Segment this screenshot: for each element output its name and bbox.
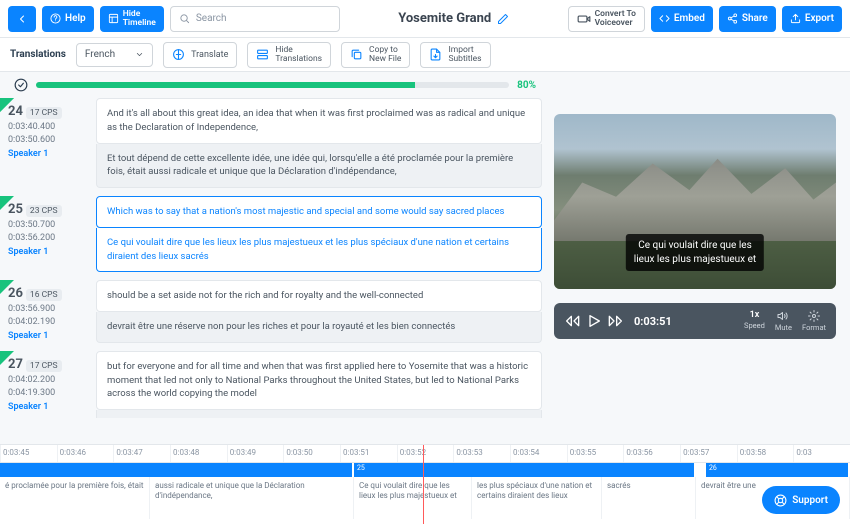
hide-timeline-button[interactable]: Hide Timeline xyxy=(100,6,164,32)
embed-button[interactable]: Embed xyxy=(651,6,713,32)
segment-meta: 2717 CPS0:04:02.2000:04:19.300Speaker 1 xyxy=(8,351,86,418)
segment-source-text[interactable]: And it's all about this great idea, an i… xyxy=(96,98,542,144)
segment-source-text[interactable]: should be a set aside not for the rich a… xyxy=(96,280,542,312)
export-button[interactable]: Export xyxy=(782,6,842,32)
video-preview[interactable]: Ce qui voulait dire que les lieux les pl… xyxy=(554,114,836,289)
timeline-tick: 0:03:56 xyxy=(623,445,680,462)
translate-button[interactable]: Translate xyxy=(163,42,237,68)
forward-button[interactable] xyxy=(608,313,624,329)
timeline-tick: 0:03:50 xyxy=(283,445,340,462)
timeline-text-cell[interactable]: aussi radicale et unique que la Déclarat… xyxy=(150,477,354,519)
segment-translation-text[interactable]: devrait être une réserve non pour les ri… xyxy=(96,312,542,343)
video-caption: Ce qui voulait dire que les lieux les pl… xyxy=(626,234,764,271)
timeline[interactable]: 0:03:450:03:460:03:470:03:480:03:490:03:… xyxy=(0,444,850,524)
segment-meta: 2417 CPS0:03:40.4000:03:50.600Speaker 1 xyxy=(8,98,86,188)
timeline-tick: 0:03:55 xyxy=(567,445,624,462)
timeline-text-cell[interactable]: Ce qui voulait dire que les lieux les pl… xyxy=(354,477,472,519)
timeline-tick: 0:03:48 xyxy=(170,445,227,462)
edit-icon[interactable] xyxy=(497,13,509,25)
timeline-text-cell[interactable]: les plus spéciaux d'une nation et certai… xyxy=(472,477,602,519)
share-button[interactable]: Share xyxy=(719,6,776,32)
play-button[interactable] xyxy=(586,313,602,329)
timeline-tick: 0:03:51 xyxy=(340,445,397,462)
segment-source-text[interactable]: but for everyone and for all time and wh… xyxy=(96,351,542,410)
timeline-block[interactable]: 26 xyxy=(706,463,850,477)
progress-bar xyxy=(36,82,509,88)
timeline-tick: 0:03:58 xyxy=(737,445,794,462)
segments-panel: 80% 2417 CPS0:03:40.4000:03:50.600Speake… xyxy=(0,72,550,444)
timeline-tick: 0:03 xyxy=(793,445,850,462)
segment-meta: 2523 CPS0:03:50.7000:03:56.200Speaker 1 xyxy=(8,196,86,272)
timeline-block[interactable]: 25 xyxy=(354,463,696,477)
timeline-text-cell[interactable]: sacrés xyxy=(602,477,696,519)
segment-translation-text[interactable]: Et tout dépend de cette excellente idée,… xyxy=(96,144,542,189)
chevron-down-icon xyxy=(135,50,144,59)
playhead[interactable] xyxy=(423,445,424,524)
translations-toolbar: Translations French Translate Hide Trans… xyxy=(0,38,850,72)
segment-translation-text[interactable]: mais pour tout le monde et pour tous les… xyxy=(96,410,542,418)
timeline-tick: 0:03:47 xyxy=(113,445,170,462)
segment-meta: 2616 CPS0:03:56.9000:04:02.190Speaker 1 xyxy=(8,280,86,343)
search-input[interactable]: Search xyxy=(170,6,340,32)
segment-27[interactable]: 2717 CPS0:04:02.2000:04:19.300Speaker 1b… xyxy=(8,351,542,418)
timeline-tick: 0:03:57 xyxy=(680,445,737,462)
back-button[interactable] xyxy=(8,6,36,32)
check-icon xyxy=(14,78,28,92)
timeline-text-cell[interactable]: é proclamée pour la première fois, était xyxy=(0,477,150,519)
copy-new-file-button[interactable]: Copy to New File xyxy=(341,42,410,68)
progress-row: 80% xyxy=(0,72,550,98)
timeline-tick: 0:03:54 xyxy=(510,445,567,462)
topbar: Help Hide Timeline Search Yosemite Grand… xyxy=(0,0,850,38)
timeline-tick: 0:03:46 xyxy=(57,445,114,462)
timeline-tick: 0:03:52 xyxy=(397,445,454,462)
speaker-label[interactable]: Speaker 1 xyxy=(8,331,86,341)
page-title: Yosemite Grand xyxy=(346,11,562,26)
speed-control[interactable]: 1xSpeed xyxy=(744,310,765,332)
import-subtitles-button[interactable]: Import Subtitles xyxy=(420,42,490,68)
segment-source-text[interactable]: Which was to say that a nation's most ma… xyxy=(96,196,542,228)
rewind-button[interactable] xyxy=(564,313,580,329)
language-select[interactable]: French xyxy=(76,43,153,67)
progress-percent: 80% xyxy=(517,80,536,91)
segment-26[interactable]: 2616 CPS0:03:56.9000:04:02.190Speaker 1 s… xyxy=(8,280,542,343)
timeline-tick: 0:03:53 xyxy=(453,445,510,462)
player-controls: 0:03:51 1xSpeed Mute Format xyxy=(554,303,836,339)
segment-translation-text[interactable]: Ce qui voulait dire que les lieux les pl… xyxy=(96,228,542,273)
support-button[interactable]: Support xyxy=(762,486,840,514)
segment-24[interactable]: 2417 CPS0:03:40.4000:03:50.600Speaker 1A… xyxy=(8,98,542,188)
format-button[interactable]: Format xyxy=(802,310,826,332)
convert-voiceover-button[interactable]: Convert To Voiceover xyxy=(568,6,645,32)
video-panel: Ce qui voulait dire que les lieux les pl… xyxy=(550,72,850,444)
speaker-label[interactable]: Speaker 1 xyxy=(8,247,86,257)
help-button[interactable]: Help xyxy=(42,6,94,32)
player-time: 0:03:51 xyxy=(634,315,672,328)
speaker-label[interactable]: Speaker 1 xyxy=(8,149,86,159)
timeline-block[interactable] xyxy=(0,463,354,477)
mute-button[interactable]: Mute xyxy=(775,310,792,332)
toolbar-label: Translations xyxy=(10,49,66,60)
speaker-label[interactable]: Speaker 1 xyxy=(8,402,86,412)
segment-25[interactable]: 2523 CPS0:03:50.7000:03:56.200Speaker 1 W… xyxy=(8,196,542,272)
timeline-tick: 0:03:45 xyxy=(0,445,57,462)
timeline-tick: 0:03:49 xyxy=(227,445,284,462)
hide-translations-button[interactable]: Hide Translations xyxy=(247,42,331,68)
